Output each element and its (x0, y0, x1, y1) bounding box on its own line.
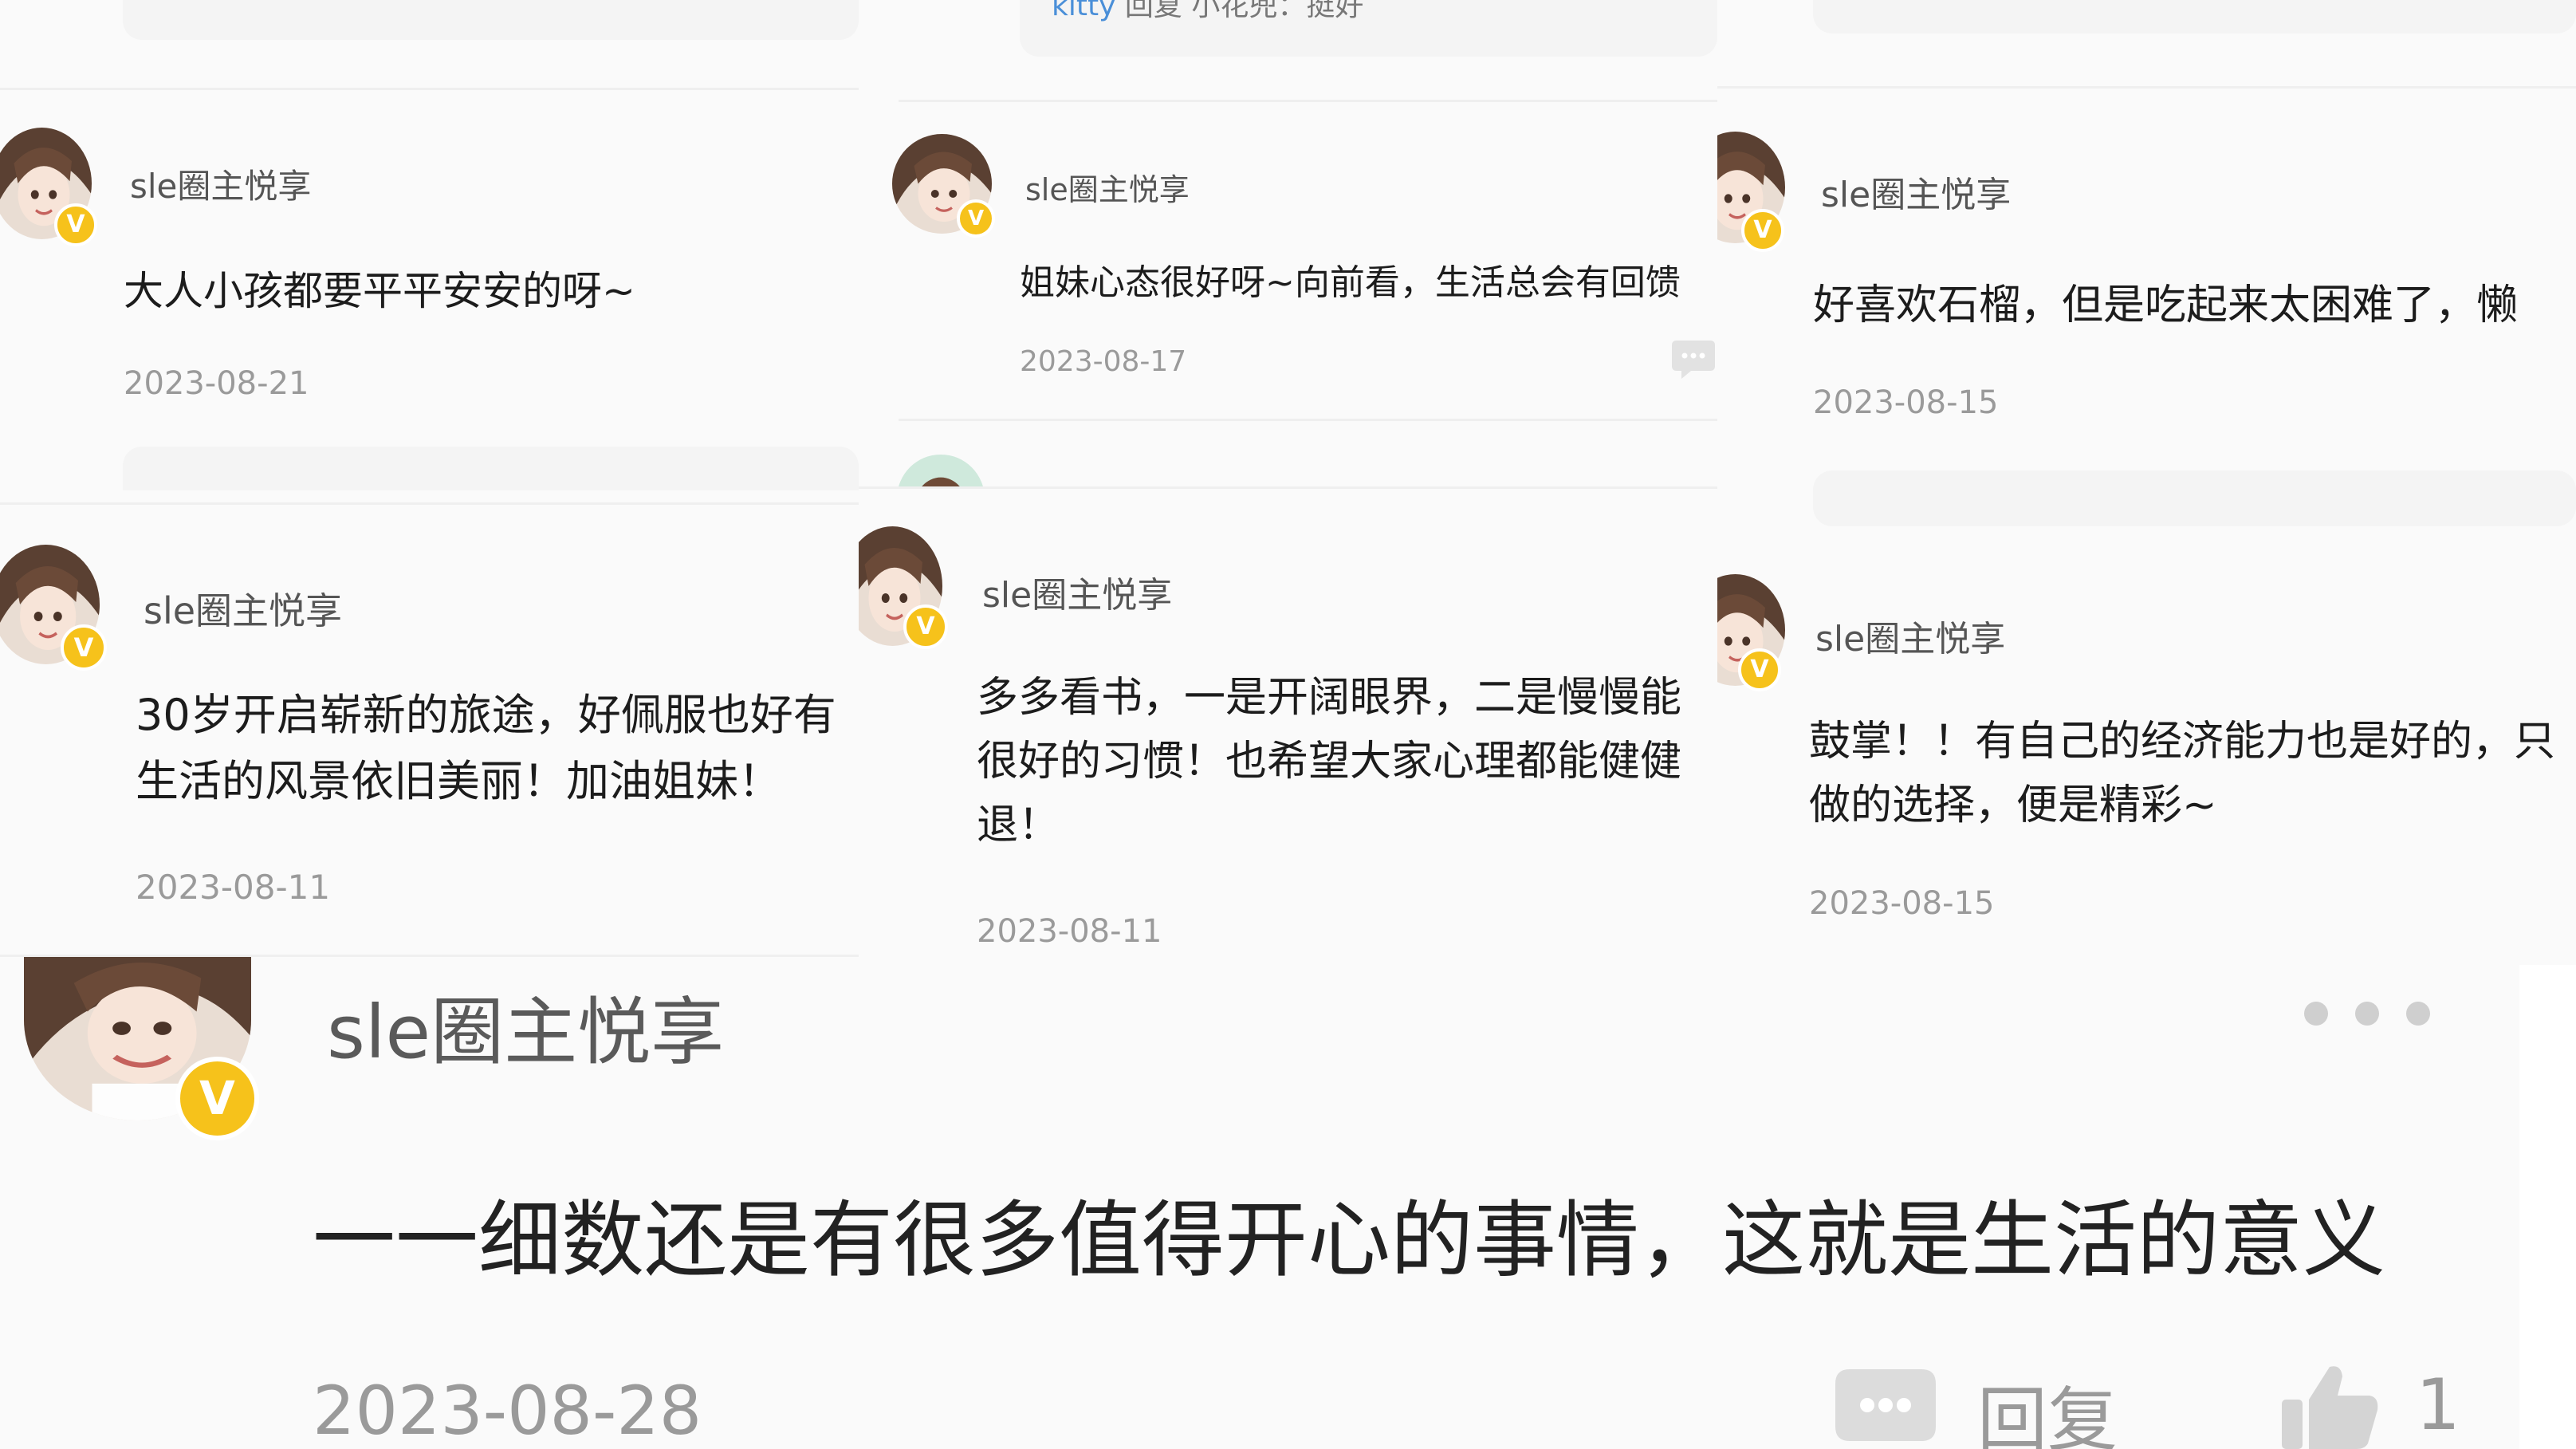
comment-username[interactable]: sle圈主悦享 (327, 973, 724, 1079)
sub-reply-body: 挺好 (1306, 0, 1364, 22)
more-dots-icon[interactable] (2304, 998, 2456, 1029)
verified-badge-icon: V (175, 1057, 259, 1140)
comment-date: 2023-08-28 (313, 1372, 702, 1449)
divider (859, 486, 1717, 489)
comment-card: V sle圈主悦享 鼓掌！！有自己的经济能力也是好的，只 做的选择，便是精彩~ … (1717, 530, 2576, 965)
comment-date: 2023-08-11 (136, 868, 331, 907)
comment-line: 姐妹心态很好呀~向前看，生活总会有回馈 (1020, 262, 1681, 303)
divider (899, 419, 1717, 421)
sub-reply-text: kitty 回复 小花兜：挺好 (1052, 0, 1363, 24)
comment-card: kitty 回复 小花兜：挺好 V sle圈主悦享 姐妹心态很好呀~向前看，生活… (859, 0, 1717, 486)
avatar[interactable] (897, 455, 985, 486)
sub-reply-box (1813, 471, 2576, 526)
divider (0, 502, 859, 505)
comment-date: 2023-08-15 (1809, 885, 1995, 922)
comment-username[interactable]: sle圈主悦享 (1821, 166, 2011, 217)
comment-line: 大人小孩都要平平安安的呀~ (124, 268, 635, 314)
divider (899, 100, 1717, 102)
like-count: 1 (2416, 1364, 2460, 1446)
comment-line: 很好的习惯！也希望大家心理都能健健 (977, 738, 1682, 786)
sub-reply-user[interactable]: kitty (1052, 0, 1115, 22)
comment-card: V sle圈主悦享 30岁开启崭新的旅途，好佩服也好有 生活的风景依旧美丽！加油… (0, 490, 859, 957)
verified-badge-icon: V (61, 624, 107, 671)
sub-reply-box (123, 0, 859, 40)
sub-reply-box (123, 447, 859, 490)
comment-line: 鼓掌！！有自己的经济能力也是好的，只 (1809, 718, 2556, 766)
comment-username[interactable]: sle圈主悦享 (1025, 165, 1190, 209)
comment-card: V sle圈主悦享 大人小孩都要平平安安的呀~ 2023-08-21 (0, 0, 859, 490)
comment-username[interactable]: sle圈主悦享 (982, 566, 1172, 617)
comment-line: 做的选择，便是精彩~ (1809, 782, 2217, 829)
comment-text: 好喜欢石榴，但是吃起来太困难了，懒 (1813, 271, 2576, 331)
comment-bubble-icon[interactable] (1834, 1368, 1937, 1449)
divider (0, 88, 859, 90)
comment-card: V sle圈主悦享 多多看书，一是开阔眼界，二是慢慢能 很好的习惯！也希望大家心… (859, 486, 1717, 965)
comment-bubble-icon[interactable] (1670, 339, 1717, 380)
comment-date: 2023-08-15 (1813, 384, 1999, 421)
comment-username[interactable]: sle圈主悦享 (130, 159, 311, 208)
featured-comment-card: V sle圈主悦享 一一细数还是有很多值得开心的事情，这就是生活的意义 2023… (0, 957, 2519, 1449)
comment-line: 退！ (977, 801, 1060, 849)
comment-text: 姐妹心态很好呀~向前看，生活总会有回馈 (1020, 254, 1717, 305)
comment-text: 大人小孩都要平平安安的呀~ (124, 259, 635, 317)
comment-line: 好喜欢石榴，但是吃起来太困难了，懒 (1813, 282, 2519, 329)
reply-button[interactable]: 回复 (1977, 1364, 2118, 1449)
verified-badge-icon: V (1741, 209, 1784, 252)
comment-text: 多多看书，一是开阔眼界，二是慢慢能 很好的习惯！也希望大家心理都能健健 退！ (977, 666, 1717, 857)
comment-date: 2023-08-21 (124, 365, 309, 402)
divider (1717, 86, 2576, 89)
comment-username[interactable]: sle圈主悦享 (1815, 610, 2005, 661)
sub-reply-verb: 回复 (1124, 0, 1182, 22)
comment-line: 30岁开启崭新的旅途，好佩服也好有 (136, 690, 836, 740)
sub-reply-target: 小花兜 (1191, 0, 1278, 22)
verified-badge-icon: V (1738, 648, 1781, 691)
comment-line: 多多看书，一是开阔眼界，二是慢慢能 (977, 674, 1682, 722)
comment-username[interactable]: sle圈主悦享 (144, 582, 342, 635)
comment-text: 一一细数还是有很多值得开心的事情，这就是生活的意义 (313, 1191, 2386, 1289)
comment-text: 30岁开启崭新的旅途，好佩服也好有 生活的风景依旧美丽！加油姐妹！ (136, 682, 859, 814)
verified-badge-icon: V (903, 604, 948, 649)
comment-date: 2023-08-11 (977, 913, 1162, 950)
thumbs-up-icon[interactable] (2280, 1364, 2380, 1449)
verified-badge-icon: V (54, 203, 97, 246)
sub-reply-box (1813, 0, 2576, 33)
comment-text: 鼓掌！！有自己的经济能力也是好的，只 做的选择，便是精彩~ (1809, 710, 2576, 837)
comment-collage: V sle圈主悦享 大人小孩都要平平安安的呀~ 2023-08-21 kitty… (0, 0, 2576, 1449)
comment-line: 生活的风景依旧美丽！加油姐妹！ (136, 756, 781, 806)
comment-date: 2023-08-17 (1020, 345, 1187, 378)
comment-card: V sle圈主悦享 好喜欢石榴，但是吃起来太困难了，懒 2023-08-15 (1717, 0, 2576, 530)
verified-badge-icon: V (957, 199, 995, 238)
